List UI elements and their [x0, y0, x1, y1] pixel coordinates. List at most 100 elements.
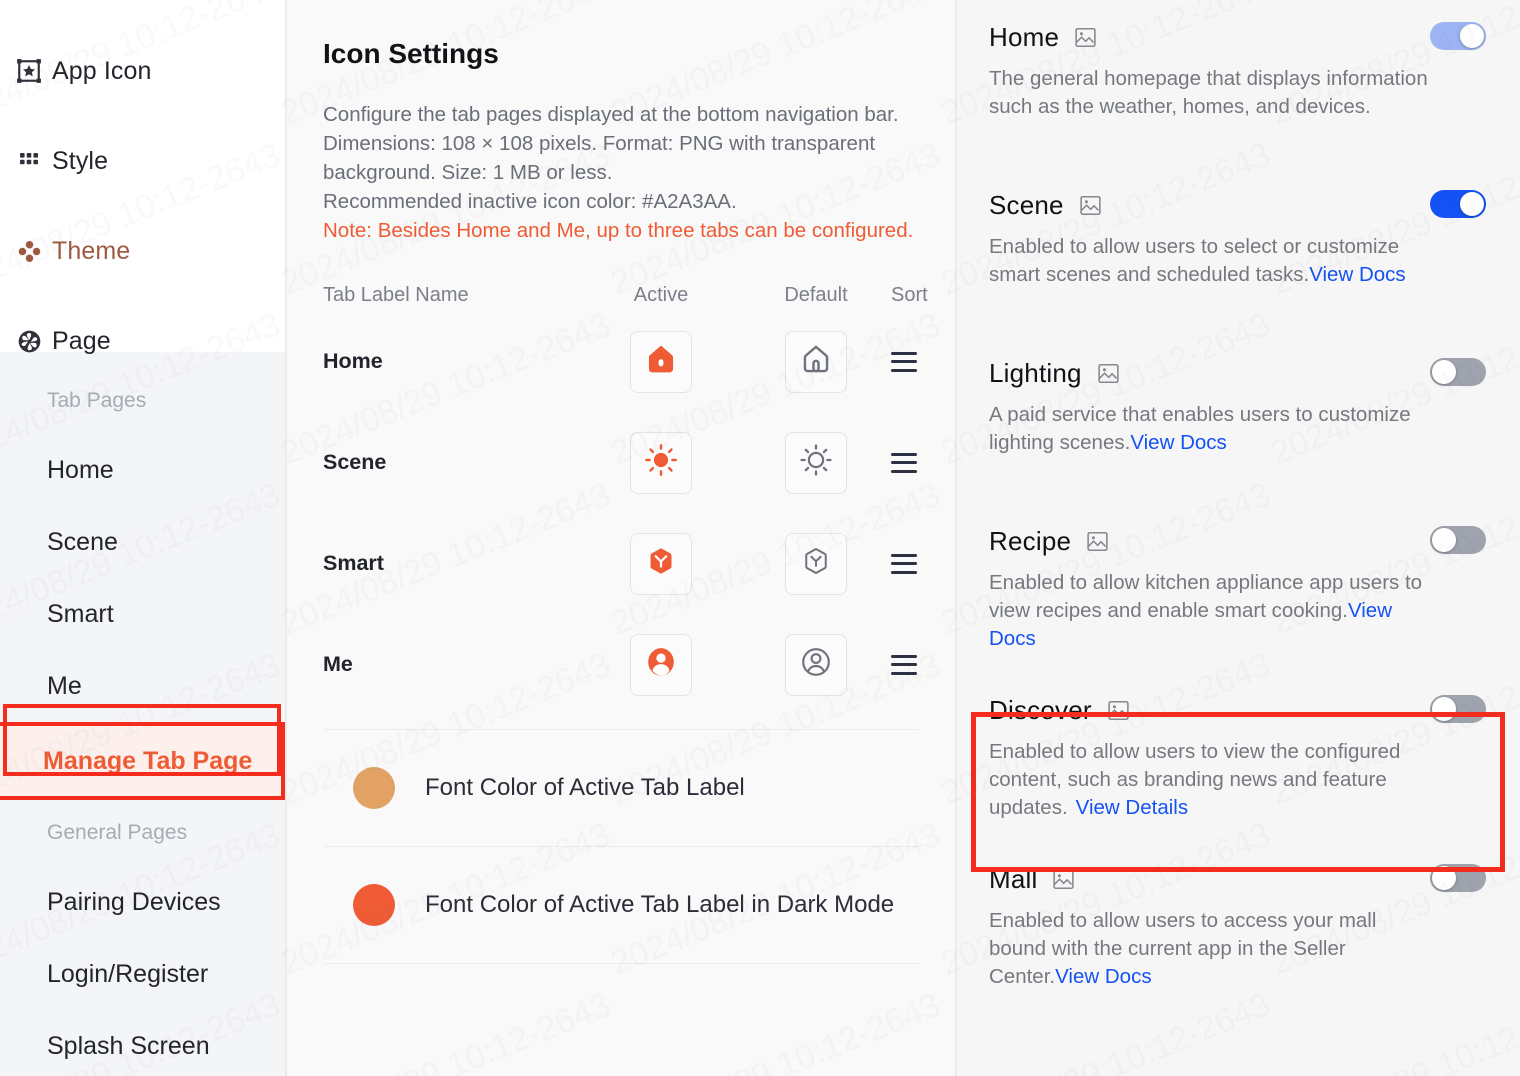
- color-setting-label: Font Color of Active Tab Label in Dark M…: [425, 891, 895, 918]
- table-row: Home: [323, 311, 919, 412]
- feature-header: Scene: [989, 190, 1488, 221]
- table-row: Scene: [323, 412, 919, 513]
- sidebar-item-me[interactable]: Me: [0, 650, 285, 722]
- sidebar-item-manage-tab-page[interactable]: Manage Tab Page: [0, 722, 285, 800]
- feature-toggle[interactable]: [1430, 190, 1486, 218]
- sidebar-item-label: Page: [52, 326, 111, 355]
- active-icon-button[interactable]: [630, 532, 692, 595]
- active-icon-button[interactable]: [630, 330, 692, 393]
- feature-header: Home: [989, 22, 1488, 53]
- table-row: Smart: [323, 513, 919, 614]
- sidebar-item-app-icon[interactable]: App Icon: [0, 26, 285, 116]
- active-icon-button[interactable]: [630, 431, 692, 494]
- feature-toggle[interactable]: [1430, 358, 1486, 386]
- image-placeholder-icon[interactable]: [1096, 361, 1121, 386]
- sidebar-item-label: App Icon: [52, 56, 152, 85]
- sidebar-item-smart[interactable]: Smart: [0, 578, 285, 650]
- configuration-note: Note: Besides Home and Me, up to three t…: [323, 219, 914, 242]
- view-docs-link[interactable]: View Docs: [1130, 431, 1226, 454]
- active-icon-button[interactable]: [630, 633, 692, 696]
- page-description: Configure the tab pages displayed at the…: [323, 100, 919, 245]
- view-docs-link[interactable]: View Docs: [1055, 965, 1151, 988]
- feature-item-scene: Scene Enabled to allow users to select or…: [987, 168, 1490, 336]
- tab-label-name: Home: [323, 349, 383, 373]
- sort-cell: [891, 654, 923, 675]
- th-active: Active: [633, 283, 689, 306]
- drag-handle-icon[interactable]: [891, 452, 917, 473]
- color-setting-row[interactable]: Font Color of Active Tab Label in Dark M…: [323, 847, 919, 963]
- default-icon-button[interactable]: [785, 330, 847, 393]
- theme-dots-icon: [16, 238, 42, 264]
- active-icon-cell: [581, 431, 741, 494]
- drag-handle-icon[interactable]: [891, 553, 917, 574]
- image-placeholder-icon[interactable]: [1106, 698, 1131, 723]
- feature-toggle[interactable]: [1430, 695, 1486, 723]
- default-icon-cell: [741, 633, 891, 696]
- sun-outline-icon: [799, 443, 833, 482]
- default-icon-button[interactable]: [785, 633, 847, 696]
- default-icon-cell: [741, 431, 891, 494]
- sidebar-item-splash-screen[interactable]: Splash Screen: [0, 1010, 285, 1076]
- image-placeholder-icon[interactable]: [1085, 529, 1110, 554]
- drag-handle-icon[interactable]: [891, 654, 917, 675]
- sidebar-bottom-section: Tab Pages Home Scene Smart Me Manage Tab Page…: [0, 352, 285, 1076]
- color-setting-row[interactable]: Font Color of Active Tab Label: [323, 730, 919, 846]
- tab-label-name: Scene: [323, 450, 387, 474]
- feature-toggle[interactable]: [1430, 864, 1486, 892]
- description-line: Recommended inactive icon color: #A2A3AA…: [323, 190, 737, 213]
- th-tab-label-name: Tab Label Name: [323, 283, 469, 306]
- color-swatch[interactable]: [353, 884, 395, 926]
- th-sort: Sort: [891, 283, 928, 306]
- feature-toggle[interactable]: [1430, 526, 1486, 554]
- home-outline-icon: [799, 342, 833, 381]
- feature-description: Enabled to allow users to view the confi…: [989, 738, 1429, 822]
- feature-header: Mall: [989, 864, 1488, 895]
- image-placeholder-icon[interactable]: [1073, 25, 1098, 50]
- default-icon-button[interactable]: [785, 431, 847, 494]
- active-icon-cell: [581, 532, 741, 595]
- view-docs-link[interactable]: View Details: [1076, 796, 1188, 819]
- drag-handle-icon[interactable]: [891, 351, 917, 372]
- feature-item-recipe: Recipe Enabled to allow kitchen appliance…: [987, 504, 1490, 673]
- feature-item-discover: Discover Enabled to allow users to view t…: [987, 673, 1490, 842]
- feature-description-text: Enabled to allow users to view the confi…: [989, 740, 1401, 819]
- feature-title: Recipe: [989, 526, 1072, 556]
- description-line: Dimensions: 108 × 108 pixels. Format: PN…: [323, 132, 876, 155]
- image-placeholder-icon[interactable]: [1051, 867, 1076, 892]
- sidebar-item-style[interactable]: Style: [0, 116, 285, 206]
- sidebar-item-pairing-devices[interactable]: Pairing Devices: [0, 866, 285, 938]
- default-icon-button[interactable]: [785, 532, 847, 595]
- sidebar-item-theme[interactable]: Theme: [0, 206, 285, 296]
- table-row: Me: [323, 614, 919, 715]
- sidebar-item-home[interactable]: Home: [0, 434, 285, 506]
- sidebar-item-login-register[interactable]: Login/Register: [0, 938, 285, 1010]
- description-line: Configure the tab pages displayed at the…: [323, 103, 899, 126]
- feature-title: Home: [989, 22, 1060, 52]
- toggle-knob: [1432, 360, 1456, 384]
- sidebar-item-scene[interactable]: Scene: [0, 506, 285, 578]
- description-line: background. Size: 1 MB or less.: [323, 161, 613, 184]
- feature-description: Enabled to allow kitchen appliance app u…: [989, 569, 1429, 653]
- grid-dots-icon: [16, 148, 42, 174]
- image-placeholder-icon[interactable]: [1078, 193, 1103, 218]
- feature-toggle[interactable]: [1430, 22, 1486, 50]
- feature-item-mall: Mall Enabled to allow users to access you…: [987, 842, 1490, 1011]
- color-swatch[interactable]: [353, 767, 395, 809]
- table-body: Home Scene Smart Me: [323, 311, 919, 715]
- tab-label-name: Me: [323, 652, 353, 676]
- toggle-knob: [1432, 697, 1456, 721]
- sidebar-group-label-tab-pages: Tab Pages: [47, 389, 147, 412]
- feature-description: Enabled to allow users to access your ma…: [989, 907, 1429, 991]
- user-filled-icon: [645, 646, 677, 683]
- sidebar-group-label-general-pages: General Pages: [47, 821, 188, 844]
- view-docs-link[interactable]: View Docs: [1309, 263, 1405, 286]
- toggle-knob: [1460, 192, 1484, 216]
- home-filled-icon: [644, 342, 678, 381]
- feature-title: Lighting: [989, 358, 1082, 388]
- icon-settings-table: Tab Label Name Active Default Sort Home S…: [323, 279, 928, 715]
- aperture-icon: [16, 328, 42, 354]
- toggle-knob: [1460, 24, 1484, 48]
- color-setting-label: Font Color of Active Tab Label: [425, 774, 745, 801]
- sort-cell: [891, 452, 923, 473]
- sun-filled-icon: [644, 443, 678, 482]
